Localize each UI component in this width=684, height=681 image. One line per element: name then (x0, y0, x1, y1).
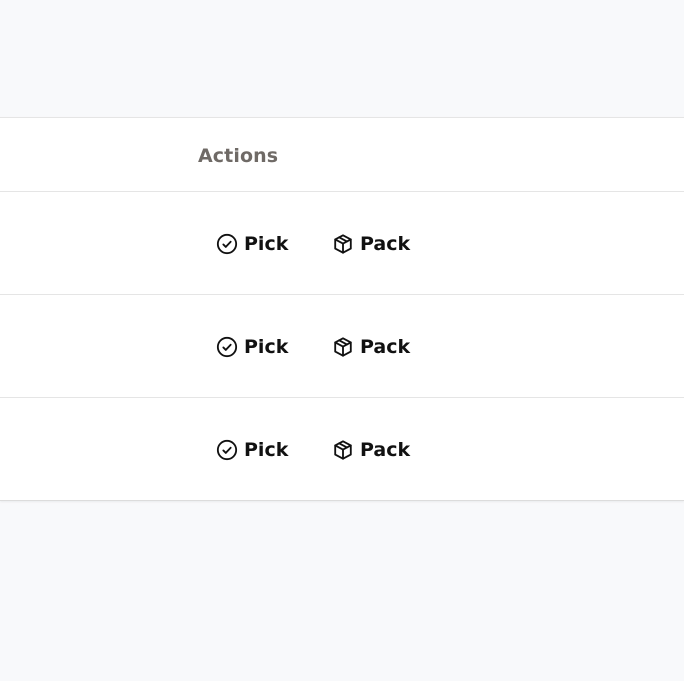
pick-button-label: Pick (244, 233, 289, 255)
check-circle-icon (216, 336, 238, 358)
pack-button[interactable]: Pack (332, 436, 410, 464)
check-circle-icon (216, 233, 238, 255)
actions-column-header: Actions (198, 145, 279, 167)
table-row: Pick Pack (0, 295, 684, 398)
page: Actions Pick Pack Pick Pack Pick Pack (0, 0, 684, 681)
table-header-row: Actions (0, 118, 684, 192)
pack-button-label: Pack (360, 336, 411, 358)
pick-button[interactable]: Pick (216, 230, 288, 258)
pick-button[interactable]: Pick (216, 333, 288, 361)
table-row: Pick Pack (0, 398, 684, 500)
package-icon (332, 439, 354, 461)
pick-button-label: Pick (244, 336, 289, 358)
pack-button-label: Pack (360, 233, 411, 255)
pack-button[interactable]: Pack (332, 333, 410, 361)
orders-table: Actions Pick Pack Pick Pack Pick Pack (0, 117, 684, 501)
pack-button[interactable]: Pack (332, 230, 410, 258)
pack-button-label: Pack (360, 439, 411, 461)
table-row: Pick Pack (0, 192, 684, 295)
package-icon (332, 336, 354, 358)
package-icon (332, 233, 354, 255)
pick-button[interactable]: Pick (216, 436, 288, 464)
pick-button-label: Pick (244, 439, 289, 461)
check-circle-icon (216, 439, 238, 461)
